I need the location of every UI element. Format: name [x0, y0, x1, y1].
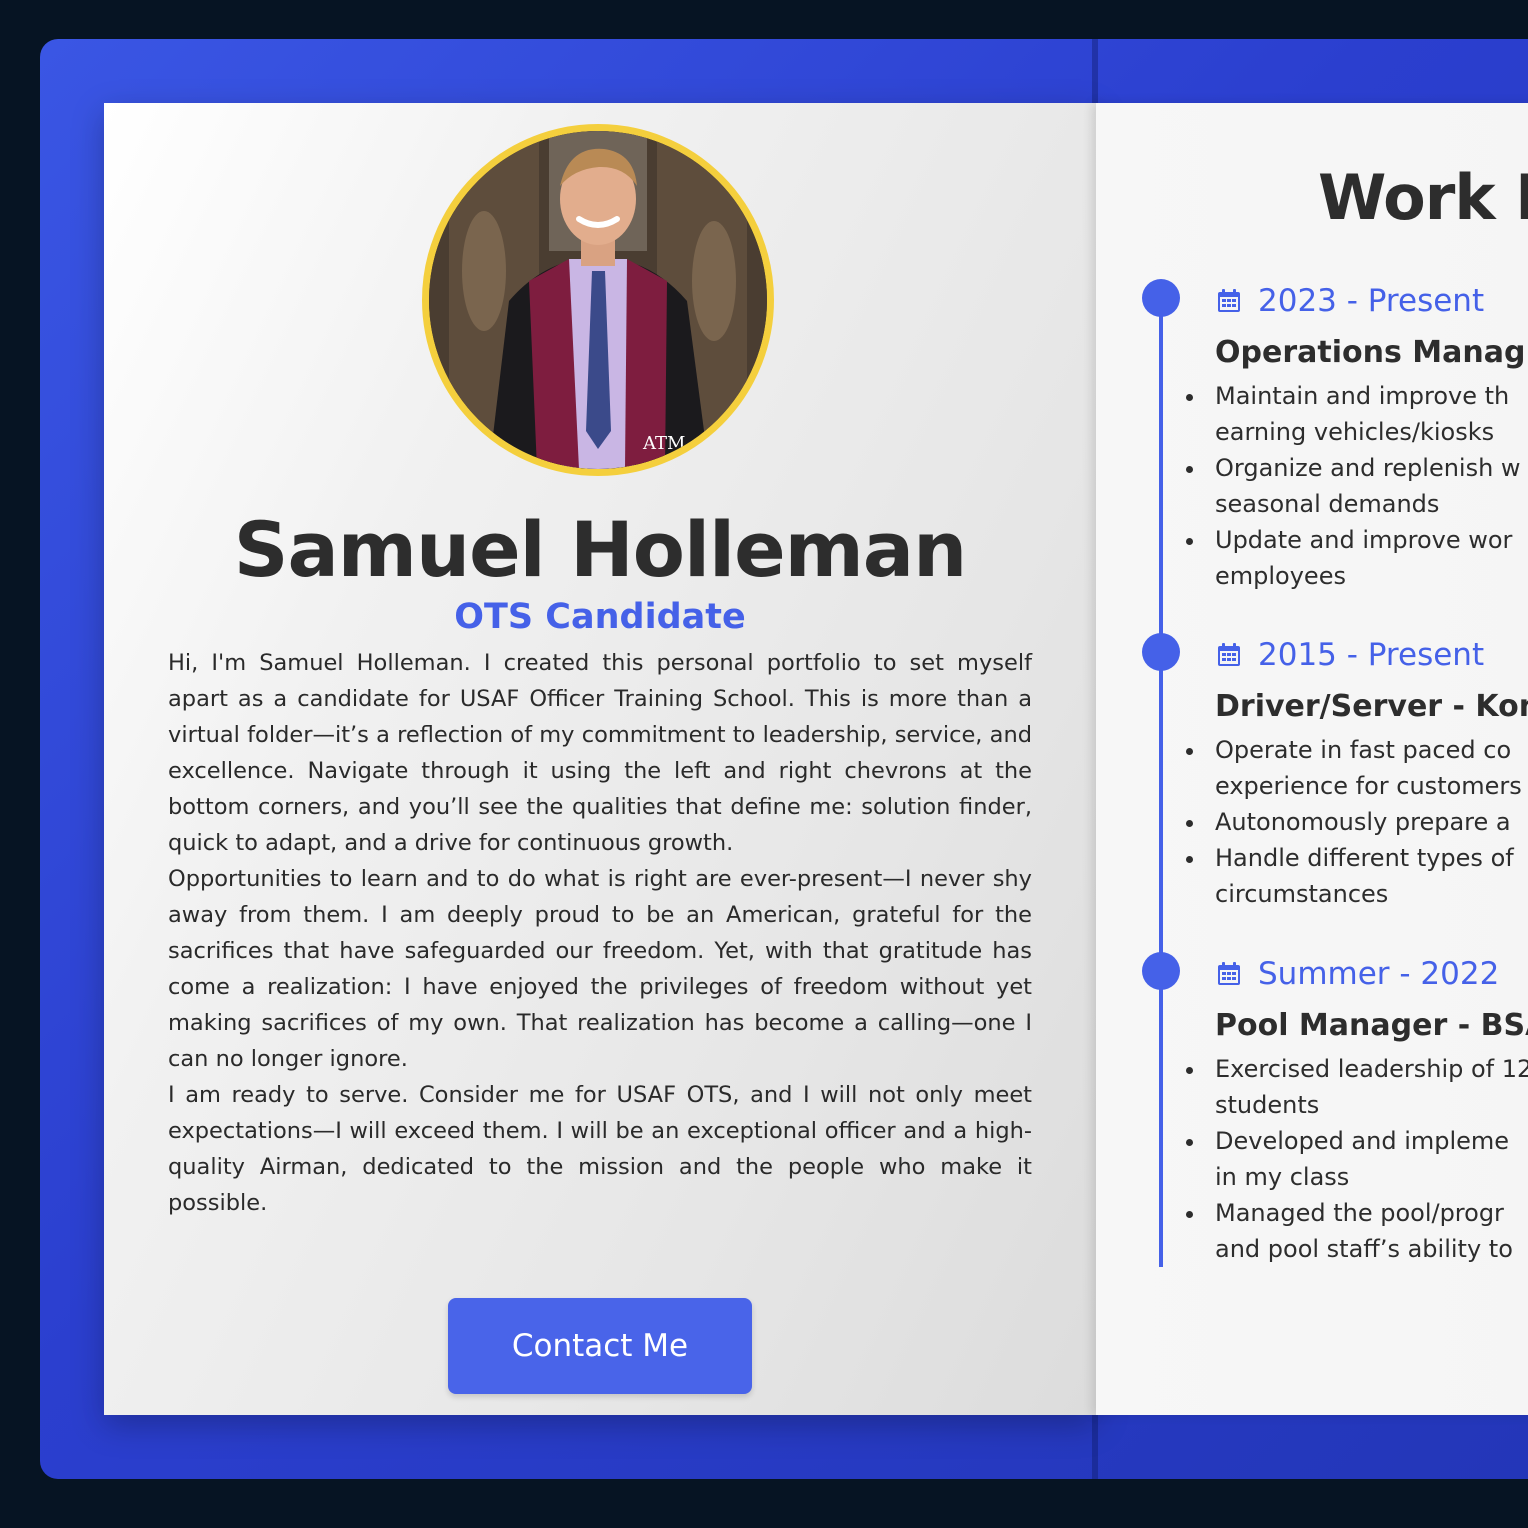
bio-paragraph: Hi, I'm Samuel Holleman. I created this …: [168, 650, 1032, 856]
profile-bio: Hi, I'm Samuel Holleman. I created this …: [168, 645, 1032, 1221]
svg-text:ATM: ATM: [642, 433, 685, 454]
list-item: Operate in fast paced co experience for …: [1186, 732, 1528, 804]
right-page: Work E 2023 - Present Operations Manag M…: [1096, 103, 1528, 1415]
bio-paragraph: Opportunities to learn and to do what is…: [168, 866, 1032, 1072]
profile-role: OTS Candidate: [454, 597, 746, 637]
list-item: Update and improve wor employees: [1186, 522, 1528, 594]
avatar: ATM: [422, 124, 774, 476]
work-experience-title: Work E: [1318, 161, 1528, 234]
bio-paragraph: I am ready to serve. Consider me for USA…: [168, 1082, 1032, 1216]
entry-job-title: Driver/Server - Kon: [1215, 689, 1528, 724]
calendar-icon: [1218, 962, 1240, 985]
list-item: Developed and impleme in my class: [1186, 1123, 1528, 1195]
entry-date: 2023 - Present: [1258, 283, 1485, 319]
calendar-icon: [1218, 643, 1240, 666]
entry-date: Summer - 2022: [1258, 956, 1500, 992]
list-item: Organize and replenish w seasonal demand…: [1186, 450, 1528, 522]
entry-bullets: Operate in fast paced co experience for …: [1186, 732, 1528, 912]
list-item: Exercised leadership of 12 students: [1186, 1051, 1528, 1123]
entry-job-title: Pool Manager - BSA: [1215, 1008, 1528, 1043]
list-item: Autonomously prepare a: [1186, 804, 1528, 840]
timeline-dot: [1142, 633, 1180, 671]
timeline-dot: [1142, 279, 1180, 317]
profile-name: Samuel Holleman: [233, 505, 967, 594]
entry-bullets: Maintain and improve th earning vehicles…: [1186, 378, 1528, 594]
entry-date: 2015 - Present: [1258, 637, 1485, 673]
entry-bullets: Exercised leadership of 12 students Deve…: [1186, 1051, 1528, 1267]
list-item: Managed the pool/progr and pool staff’s …: [1186, 1195, 1528, 1267]
contact-me-button[interactable]: Contact Me: [448, 1298, 752, 1394]
entry-job-title: Operations Manag: [1215, 335, 1526, 370]
left-page: ATM Samuel Holleman OTS Candidate Hi, I'…: [104, 103, 1096, 1415]
list-item: Handle different types of circumstances: [1186, 840, 1528, 912]
calendar-icon: [1218, 289, 1240, 312]
timeline-dot: [1142, 952, 1180, 990]
timeline-line: [1159, 299, 1163, 1267]
profile-photo-illustration: ATM: [429, 131, 767, 469]
list-item: Maintain and improve th earning vehicles…: [1186, 378, 1528, 450]
